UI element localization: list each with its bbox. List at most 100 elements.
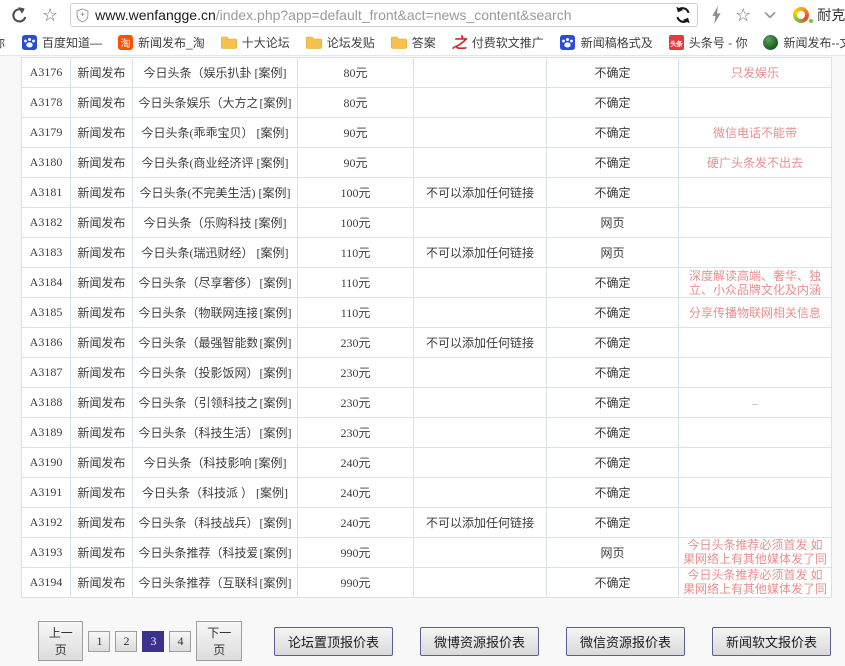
quote-table-button[interactable]: 新闻软文报价表 (712, 627, 831, 656)
case-link[interactable]: [案例] (260, 396, 292, 410)
row-price: 100元 (298, 178, 414, 208)
row-name: 今日头条(商业经济评 (142, 154, 254, 171)
row-restriction: 不可以添加任何链接 (414, 328, 547, 358)
row-note (679, 328, 832, 358)
price-table: A3176 新闻发布 今日头条（娱乐扒卦[案例] 80元 不确定 只发娱乐 A3… (21, 57, 832, 598)
chevron-down-icon[interactable] (764, 11, 776, 19)
lightning-icon[interactable] (711, 6, 722, 24)
folder-icon (391, 35, 407, 51)
bookmark-item[interactable]: 答案 (391, 34, 436, 51)
bookmark-item[interactable]: 新闻稿格式及 (560, 34, 653, 51)
row-name-cell: 今日头条（科技派 ）[案例] (133, 478, 298, 508)
case-link[interactable]: [案例] (257, 156, 289, 170)
bookmark-label: 你 (0, 34, 5, 51)
case-link[interactable]: [案例] (260, 516, 292, 530)
table-row: A3190 新闻发布 今日头条（科技影响[案例] 240元 不确定 (22, 448, 832, 478)
row-name-cell: 今日头条（科技战兵）[案例] (133, 508, 298, 538)
quote-table-button[interactable]: 微博资源报价表 (420, 627, 539, 656)
row-type: 新闻发布 (71, 538, 133, 568)
bookmark-item[interactable]: 十大论坛 (221, 34, 290, 51)
bookmark-label: 新闻发布_淘 (138, 34, 205, 51)
row-note (679, 418, 832, 448)
bookmark-item[interactable]: 淘新闻发布_淘 (118, 34, 205, 51)
bookmark-item[interactable]: 论坛发贴 (306, 34, 375, 51)
table-row: A3183 新闻发布 今日头条(瑞迅财经）[案例] 110元 不可以添加任何链接… (22, 238, 832, 268)
quote-table-button[interactable]: 论坛置顶报价表 (274, 627, 393, 656)
table-row: A3194 新闻发布 今日头条推荐（互联科[案例] 990元 不确定 今日头条推… (22, 568, 832, 598)
row-name: 今日头条推荐（科技爱 (139, 544, 257, 561)
bookmark-star-icon[interactable]: ☆ (735, 6, 751, 24)
bookmark-item[interactable]: 百度知道— (21, 34, 102, 51)
row-name-cell: 今日头条(不完美生活)[案例] (133, 178, 298, 208)
case-link[interactable]: [案例] (256, 486, 288, 500)
row-anchor: 不确定 (547, 178, 679, 208)
row-price: 110元 (298, 298, 414, 328)
row-note-text: 深度解读高端、奢华、独立、小众品牌文化及内涵 (683, 269, 827, 297)
page-button[interactable]: 1 (88, 631, 110, 652)
page-button[interactable]: 上一页 (38, 621, 83, 661)
bookmark-item[interactable]: 之付费软文推广 (452, 34, 544, 51)
case-link[interactable]: [案例] (255, 216, 287, 230)
baidu-paw-icon (21, 35, 37, 51)
table-row: A3188 新闻发布 今日头条（引领科技之[案例] 230元 不确定 – (22, 388, 832, 418)
case-link[interactable]: [案例] (260, 276, 292, 290)
page-button[interactable]: 下一页 (196, 621, 241, 661)
page-content: A3176 新闻发布 今日头条（娱乐扒卦[案例] 80元 不确定 只发娱乐 A3… (0, 56, 845, 666)
case-link[interactable]: [案例] (260, 96, 292, 110)
case-link[interactable]: [案例] (260, 576, 292, 590)
page-button[interactable]: 4 (169, 631, 191, 652)
url-bar[interactable]: www.wenfangge.cn/index.php?app=default_f… (70, 3, 698, 27)
row-id: A3181 (22, 178, 71, 208)
case-link[interactable]: [案例] (257, 126, 289, 140)
quote-table-button[interactable]: 微信资源报价表 (566, 627, 685, 656)
row-name: 今日头条（科技派 ） (142, 484, 253, 501)
row-restriction (414, 88, 547, 118)
row-id: A3186 (22, 328, 71, 358)
folder-icon (306, 35, 322, 51)
case-link[interactable]: [案例] (255, 66, 287, 80)
table-row: A3187 新闻发布 今日头条（投影饭网）[案例] 230元 不确定 (22, 358, 832, 388)
case-link[interactable]: [案例] (255, 456, 287, 470)
refresh-icon[interactable] (674, 6, 692, 24)
bookmark-item[interactable]: 你 (0, 34, 5, 51)
bookmark-label: 答案 (412, 34, 436, 51)
row-name: 今日头条推荐（互联科 (139, 574, 257, 591)
bookmark-label: 新闻发布--文 (783, 34, 845, 51)
row-anchor: 不确定 (547, 508, 679, 538)
row-note-text: 今日头条推荐必须首发 如果网络上有其他媒体发了同— (683, 568, 827, 597)
row-id: A3187 (22, 358, 71, 388)
row-note: 深度解读高端、奢华、独立、小众品牌文化及内涵 (679, 268, 832, 298)
soft-article-icon: 之 (452, 35, 467, 51)
row-name: 今日头条（科技生活） (139, 424, 257, 441)
row-name-cell: 今日头条（最强智能数[案例] (133, 328, 298, 358)
case-link[interactable]: [案例] (260, 426, 292, 440)
row-price: 80元 (298, 88, 414, 118)
page-button-current[interactable]: 3 (142, 631, 164, 652)
row-price: 240元 (298, 448, 414, 478)
table-row: A3182 新闻发布 今日头条（乐购科技[案例] 100元 网页 (22, 208, 832, 238)
case-link[interactable]: [案例] (260, 546, 292, 560)
row-name-cell: 今日头条(商业经济评[案例] (133, 148, 298, 178)
case-link[interactable]: [案例] (259, 186, 291, 200)
case-link[interactable]: [案例] (260, 306, 292, 320)
row-type: 新闻发布 (71, 118, 133, 148)
row-restriction: 不可以添加任何链接 (414, 508, 547, 538)
bookmark-item[interactable]: 头条头条号 - 你 (669, 34, 748, 51)
bookmark-label: 十大论坛 (242, 34, 290, 51)
bookmark-label: 论坛发贴 (327, 34, 375, 51)
bookmark-label: 付费软文推广 (472, 34, 544, 51)
bookmark-item[interactable]: 新闻发布--文 (763, 34, 845, 51)
back-icon[interactable] (10, 6, 29, 25)
search-box-text[interactable]: 耐克就 (817, 5, 845, 25)
page-button[interactable]: 2 (115, 631, 137, 652)
case-link[interactable]: [案例] (257, 246, 289, 260)
table-row: A3186 新闻发布 今日头条（最强智能数[案例] 230元 不可以添加任何链接… (22, 328, 832, 358)
row-type: 新闻发布 (71, 238, 133, 268)
row-id: A3185 (22, 298, 71, 328)
favorites-star-icon[interactable]: ☆ (42, 6, 58, 24)
row-restriction: 不可以添加任何链接 (414, 178, 547, 208)
row-anchor: 不确定 (547, 298, 679, 328)
case-link[interactable]: [案例] (260, 366, 292, 380)
row-anchor: 网页 (547, 208, 679, 238)
case-link[interactable]: [案例] (260, 336, 292, 350)
